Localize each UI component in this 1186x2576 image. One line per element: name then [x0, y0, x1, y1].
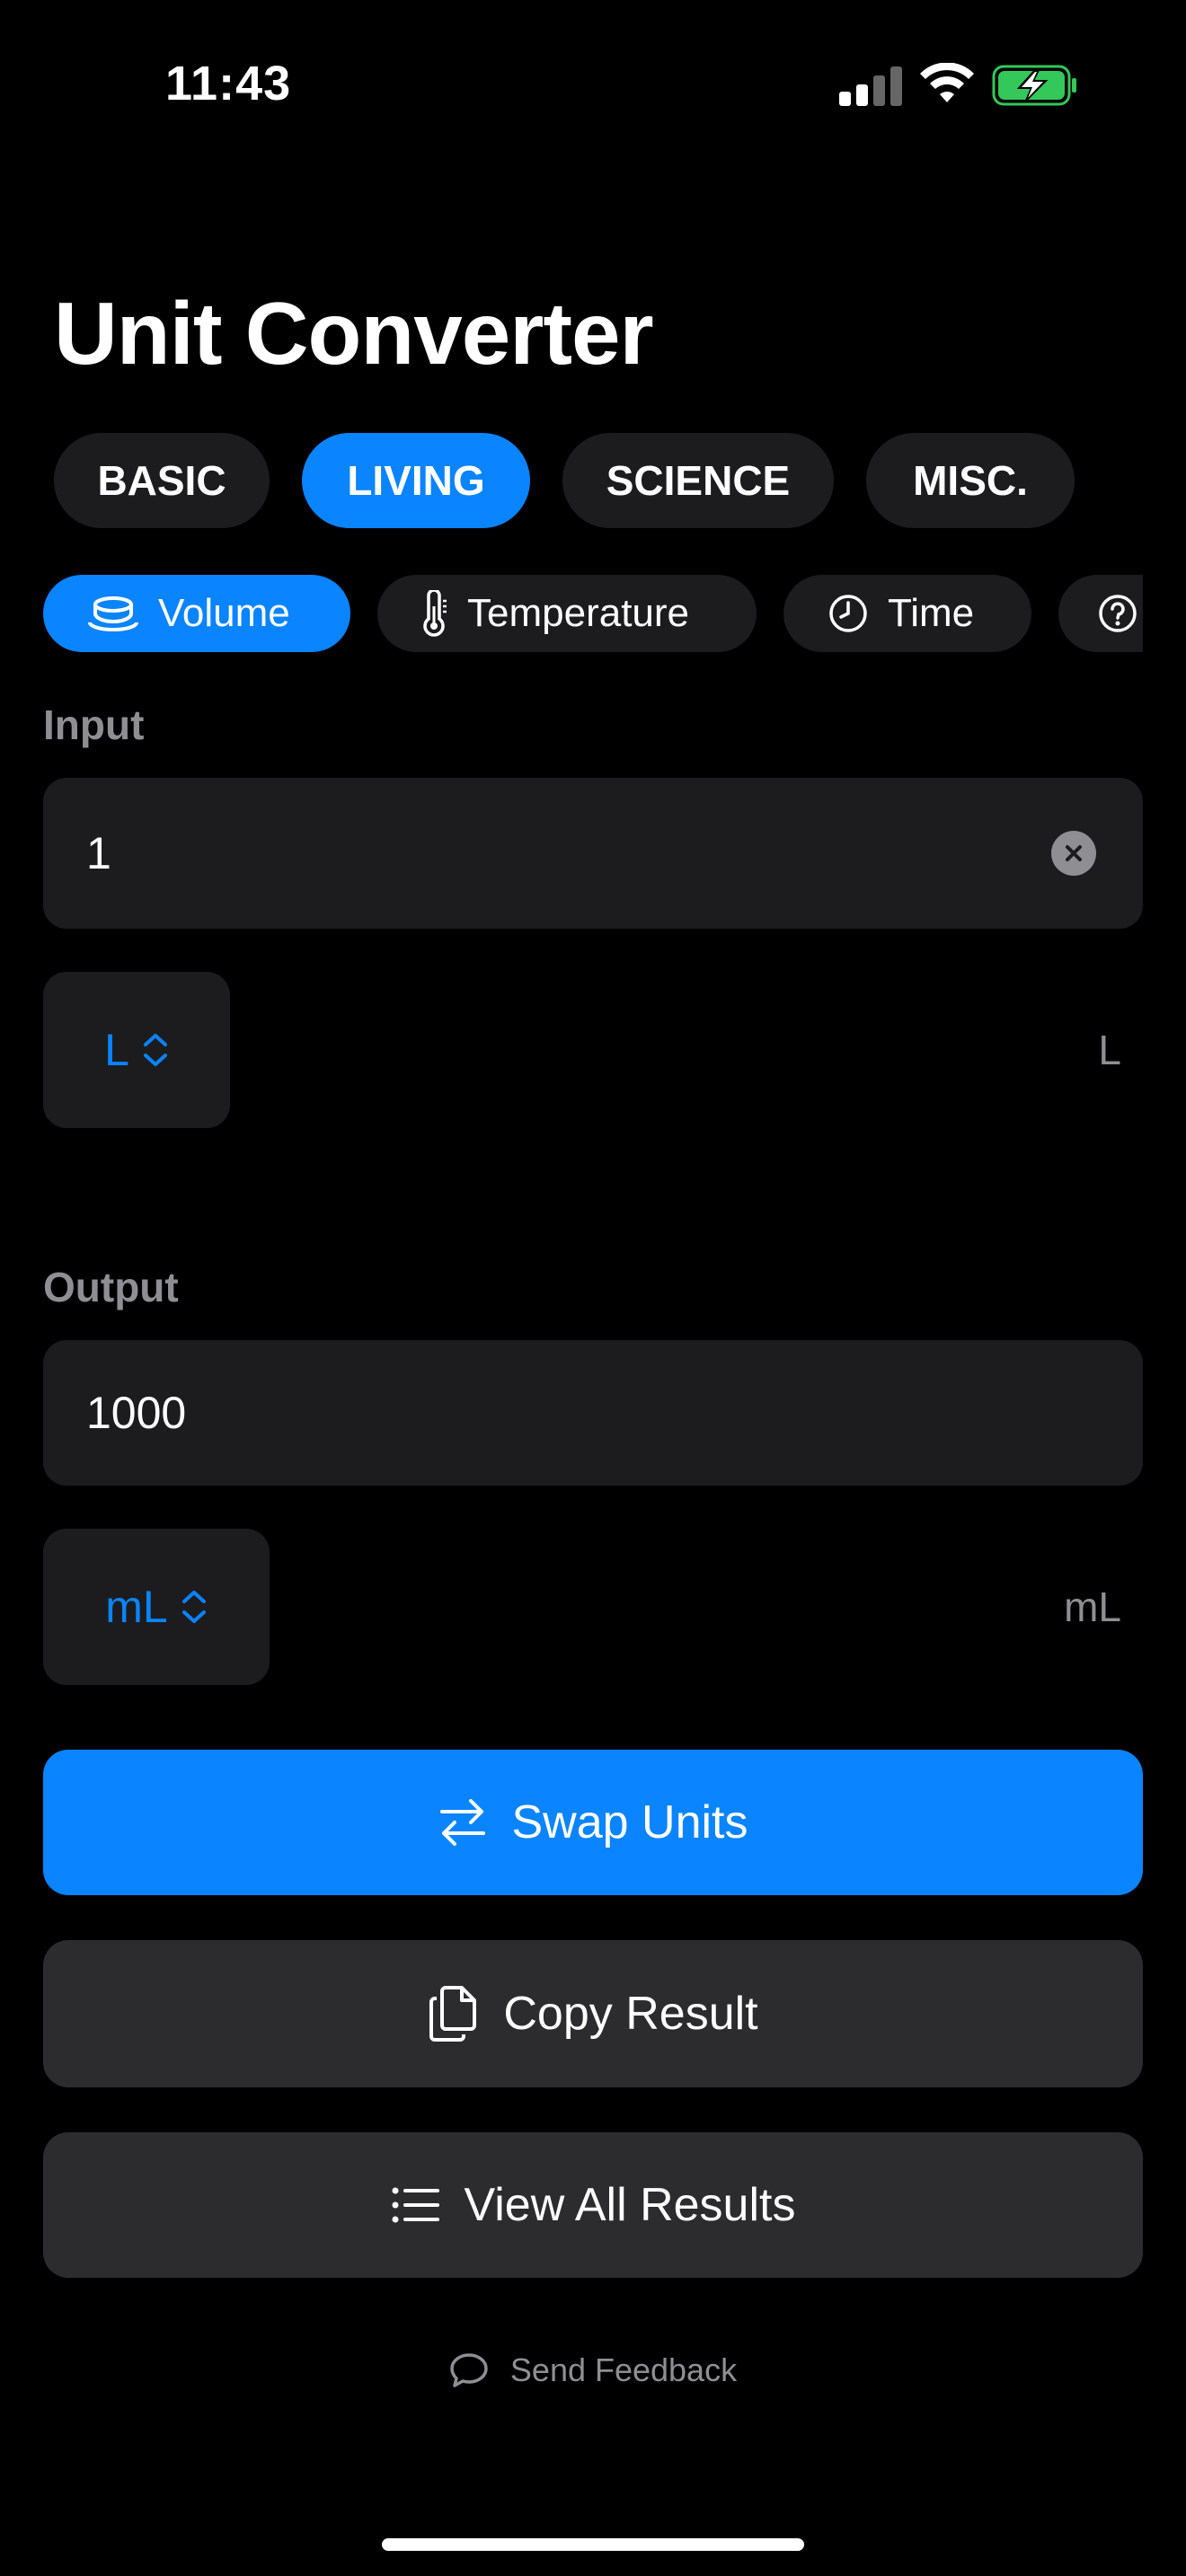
- thermometer-icon: [423, 590, 447, 637]
- copy-result-label: Copy Result: [503, 1988, 758, 2040]
- input-unit-picker-label: L: [104, 1025, 129, 1075]
- swap-arrows-icon: [439, 1799, 485, 1846]
- input-field[interactable]: 1: [43, 778, 1143, 929]
- view-all-results-label: View All Results: [464, 2179, 796, 2231]
- tab-label: Temperature: [467, 591, 690, 635]
- send-feedback-link[interactable]: Send Feedback: [0, 2351, 1186, 2389]
- input-unit-tag: L: [1098, 1027, 1121, 1073]
- tab-more[interactable]: [1058, 575, 1143, 652]
- input-value: 1: [86, 828, 111, 878]
- cup-icon: [88, 596, 138, 631]
- chevron-up-down-icon: [143, 1034, 167, 1066]
- output-field: 1000: [43, 1340, 1143, 1486]
- status-time: 11:43: [165, 57, 292, 110]
- swap-units-label: Swap Units: [511, 1796, 748, 1848]
- output-unit-tag: mL: [1064, 1584, 1121, 1630]
- view-all-results-button[interactable]: View All Results: [43, 2132, 1143, 2278]
- tab-label: Time: [888, 591, 975, 635]
- tab-temperature[interactable]: Temperature: [377, 575, 757, 652]
- home-indicator[interactable]: [382, 2538, 804, 2551]
- category-living[interactable]: LIVING: [302, 433, 530, 528]
- input-unit-picker[interactable]: L: [43, 972, 230, 1128]
- close-icon: [1066, 845, 1082, 861]
- input-label: Input: [43, 701, 145, 748]
- question-icon: [1099, 595, 1137, 632]
- category-misc[interactable]: MISC.: [866, 433, 1075, 528]
- copy-result-button[interactable]: Copy Result: [43, 1940, 1143, 2087]
- tab-label: Volume: [158, 591, 290, 635]
- clear-input-button[interactable]: [1051, 831, 1096, 876]
- subcategory-tab-bar: Volume Temperature Time: [43, 575, 1143, 652]
- output-unit-picker-label: mL: [105, 1582, 168, 1632]
- output-label: Output: [43, 1264, 179, 1310]
- send-feedback-label: Send Feedback: [509, 2351, 738, 2388]
- output-unit-picker[interactable]: mL: [43, 1529, 270, 1685]
- copy-document-icon: [429, 1986, 477, 2042]
- page-title: Unit Converter: [54, 284, 654, 383]
- output-value: 1000: [86, 1388, 187, 1438]
- clock-icon: [829, 595, 867, 632]
- battery-charging-icon: [992, 65, 1078, 106]
- speech-bubble-icon: [450, 2353, 488, 2387]
- wifi-icon: [920, 62, 974, 106]
- swap-units-button[interactable]: Swap Units: [43, 1750, 1143, 1895]
- tab-volume[interactable]: Volume: [43, 575, 350, 652]
- tab-time[interactable]: Time: [783, 575, 1031, 652]
- category-basic[interactable]: BASIC: [54, 433, 270, 528]
- cellular-signal-icon: [839, 66, 902, 106]
- category-science[interactable]: SCIENCE: [562, 433, 834, 528]
- chevron-up-down-icon: [181, 1591, 206, 1623]
- list-icon: [392, 2187, 439, 2223]
